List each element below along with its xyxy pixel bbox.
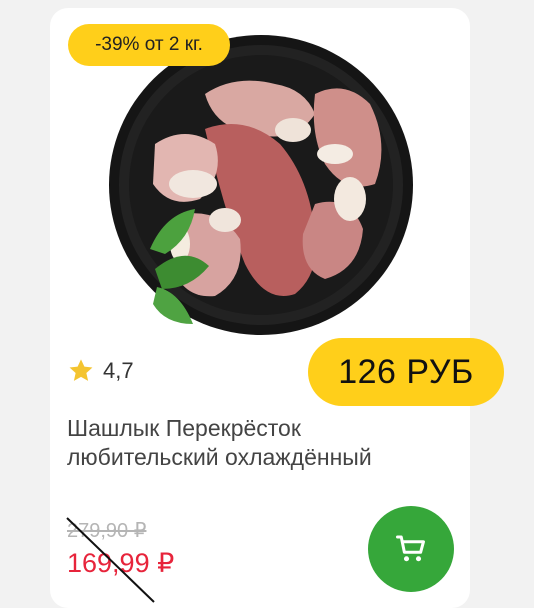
rating: 4,7 <box>67 357 134 385</box>
add-to-cart-button[interactable] <box>368 506 454 592</box>
discount-badge: -39% от 2 кг. <box>68 24 230 66</box>
discount-badge-text: -39% от 2 кг. <box>95 34 203 55</box>
rating-value: 4,7 <box>103 358 134 383</box>
shopping-cart-icon <box>396 535 425 562</box>
product-image[interactable] <box>105 34 417 336</box>
old-price: 279,90 ₽ <box>67 520 147 542</box>
price-pill: 126 РУБ <box>308 338 504 406</box>
new-price: 169,99 ₽ <box>67 548 175 578</box>
star-icon <box>69 359 93 381</box>
product-title[interactable]: Шашлык Перекрёсток любительский охлаждён… <box>67 414 427 472</box>
price-pill-text: 126 РУБ <box>338 352 474 391</box>
